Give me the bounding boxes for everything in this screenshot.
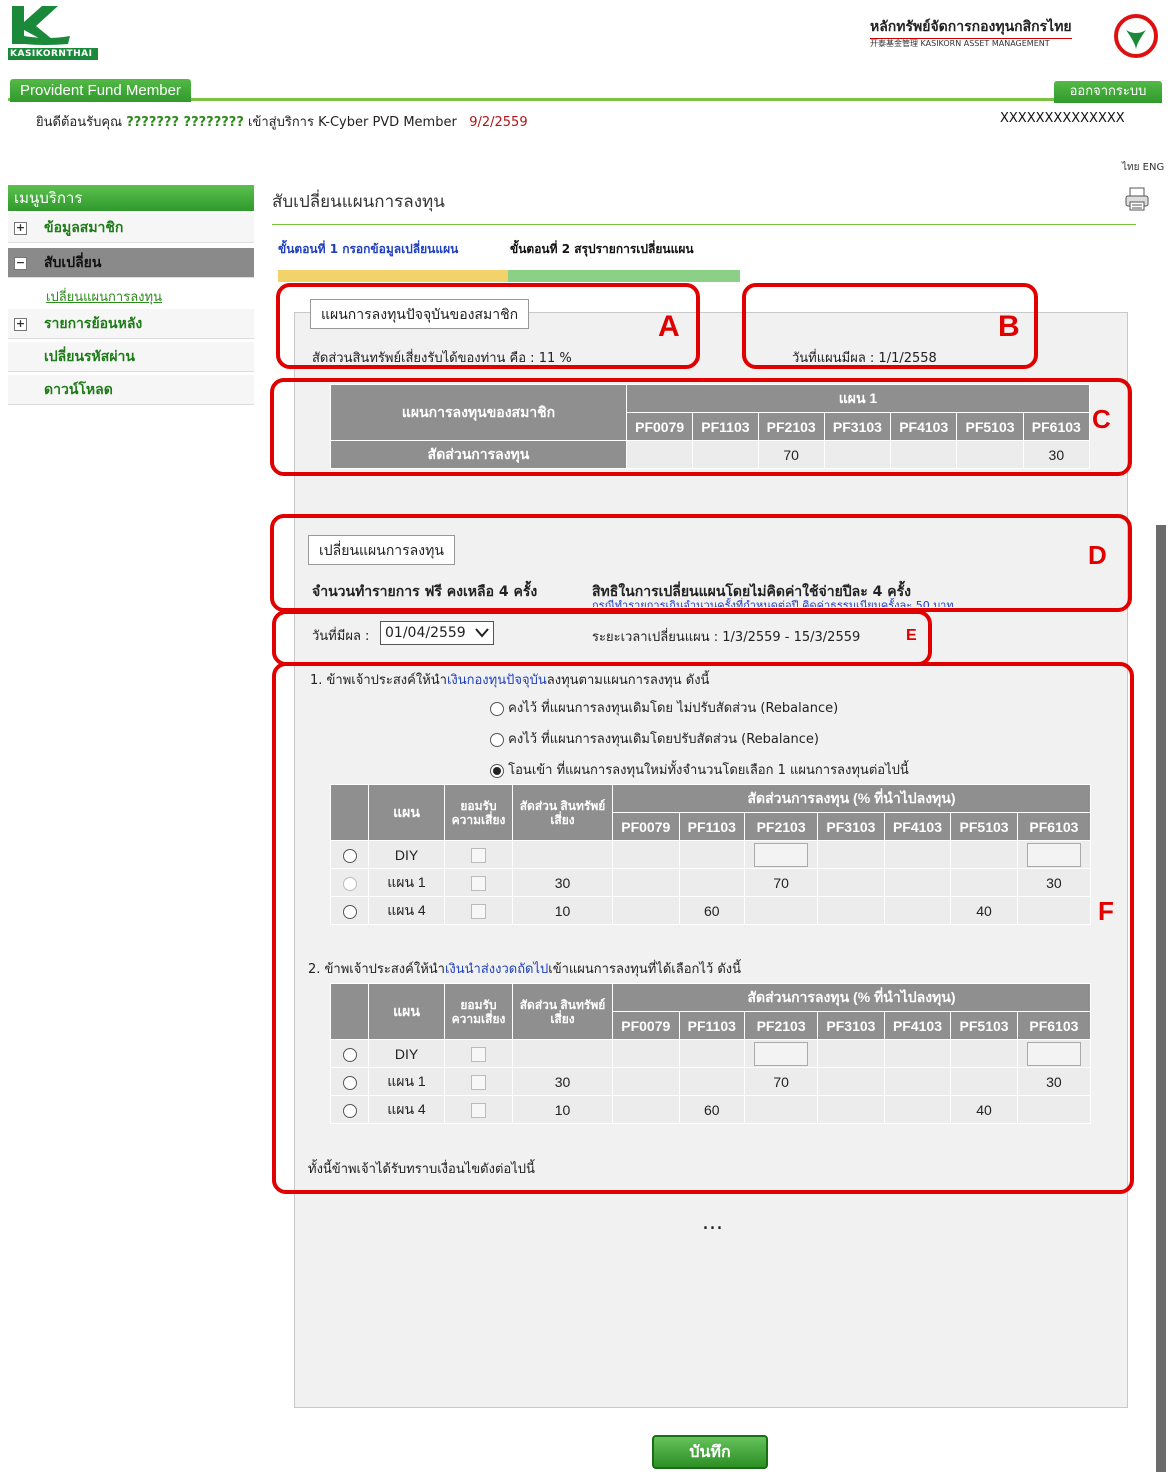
step-2-progress xyxy=(508,270,740,282)
sidebar-item-download[interactable]: ดาวน์โหลด xyxy=(8,375,254,405)
scrollbar[interactable] xyxy=(1156,525,1166,1472)
brand-name-en: 开泰基金管理 KASIKORN ASSET MANAGEMENT xyxy=(870,39,1050,48)
logo-text: KASIKORNTHAI xyxy=(8,48,98,60)
annotation-box-a xyxy=(276,283,700,369)
language-switch[interactable]: ไทย ENG xyxy=(1122,160,1164,175)
annotation-box-b xyxy=(742,283,1038,369)
save-button[interactable]: บันทึก xyxy=(652,1435,768,1469)
annotation-label-a: A xyxy=(658,310,680,343)
sidebar-item-history[interactable]: + รายการย้อนหลัง xyxy=(8,309,254,339)
provident-fund-tab[interactable]: Provident Fund Member xyxy=(10,79,191,102)
kasikorn-asset-logo-icon xyxy=(1114,14,1158,58)
annotation-box-d xyxy=(270,514,1132,612)
sidebar-title: เมนูบริการ xyxy=(8,185,254,211)
step-2-label: ขั้นตอนที่ 2 สรุปรายการเปลี่ยนแผน xyxy=(510,242,694,256)
brand-name-th: หลักทรัพย์จัดการกองทุนกสิกรไทย xyxy=(870,16,1072,39)
annotation-label-c: C xyxy=(1092,404,1111,434)
ellipsis: ... xyxy=(702,1210,723,1235)
expand-icon[interactable]: + xyxy=(14,318,27,331)
kasikorn-logo-icon xyxy=(12,6,70,45)
title-divider xyxy=(272,224,1136,225)
sidebar-item-switch[interactable]: − สับเปลี่ยน xyxy=(8,248,254,278)
expand-icon[interactable]: + xyxy=(14,222,27,235)
page-title: สับเปลี่ยนแผนการลงทุน xyxy=(272,192,445,212)
annotation-label-b: B xyxy=(998,310,1020,343)
annotation-label-e: E xyxy=(906,627,917,644)
sidebar-item-change-password[interactable]: เปลี่ยนรหัสผ่าน xyxy=(8,342,254,372)
logout-button[interactable]: ออกจากระบบ xyxy=(1054,81,1162,103)
step-1-progress xyxy=(278,270,508,282)
annotation-label-d: D xyxy=(1088,540,1107,570)
welcome-text: ยินดีต้อนรับคุณ ??????? ???????? เข้าสู่… xyxy=(36,115,528,130)
annotation-box-e xyxy=(272,610,932,666)
annotation-box-f xyxy=(272,662,1134,1194)
annotation-box-c xyxy=(270,378,1132,476)
account-number: XXXXXXXXXXXXXX xyxy=(1000,111,1125,126)
printer-icon[interactable] xyxy=(1124,186,1150,212)
annotation-label-f: F xyxy=(1098,896,1114,926)
collapse-icon[interactable]: − xyxy=(14,257,27,270)
sidebar-item-member-info[interactable]: + ข้อมูลสมาชิก xyxy=(8,213,254,243)
user-name: ??????? ???????? xyxy=(126,115,244,130)
step-1-label: ขั้นตอนที่ 1 กรอกข้อมูลเปลี่ยนแผน xyxy=(278,242,459,256)
sidebar-subitem-change-plan[interactable]: เปลี่ยนแผนการลงทุน xyxy=(46,286,162,307)
welcome-date: 9/2/2559 xyxy=(469,115,528,130)
